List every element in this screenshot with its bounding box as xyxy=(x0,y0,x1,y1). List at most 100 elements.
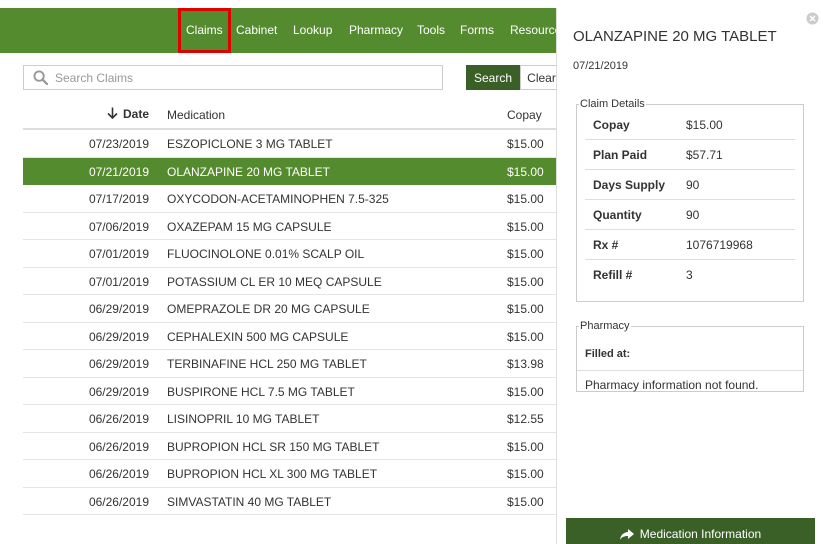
claim-detail-label: Refill # xyxy=(593,268,633,282)
claim-copay: $15.00 xyxy=(507,164,544,179)
table-row[interactable]: 07/06/2019 OXAZEPAM 15 MG CAPSULE $15.00 xyxy=(23,213,556,240)
claim-date: 06/29/2019 xyxy=(88,384,149,399)
medication-column-header: Medication xyxy=(167,108,226,122)
table-row[interactable]: 06/29/2019 CEPHALEXIN 500 MG CAPSULE $15.0… xyxy=(23,323,556,350)
claim-copay: $15.00 xyxy=(507,274,544,289)
tab-cabinet[interactable]: Cabinet xyxy=(236,8,277,53)
claim-detail-value: $57.71 xyxy=(686,148,723,162)
claim-detail-label: Quantity xyxy=(593,208,642,222)
pharmacy-not-found-text: Pharmacy information not found. xyxy=(585,378,759,392)
claim-copay: $12.55 xyxy=(507,412,544,426)
tab-pharmacy[interactable]: Pharmacy xyxy=(349,8,403,53)
claim-detail-panel: OLANZAPINE 20 MG TABLET 07/21/2019 Claim… xyxy=(556,8,823,544)
claim-copay: $15.00 xyxy=(507,467,544,481)
claim-medication: OXAZEPAM 15 MG CAPSULE xyxy=(167,219,332,234)
table-row[interactable]: 06/29/2019 TERBINAFINE HCL 250 MG TABLET $… xyxy=(23,350,556,378)
pharmacy-fieldset: Pharmacy Filled at: Pharmacy information… xyxy=(576,320,804,392)
claim-detail-label: Copay xyxy=(593,118,630,132)
claim-medication: OLANZAPINE 20 MG TABLET xyxy=(167,164,330,179)
claim-detail-row: Plan Paid $57.71 xyxy=(585,140,795,170)
claims-table-header: Date Medication Copay xyxy=(23,100,556,130)
claim-medication: LISINOPRIL 10 MG TABLET xyxy=(167,412,320,426)
claim-copay: $15.00 xyxy=(507,247,544,261)
claim-date: 06/26/2019 xyxy=(88,494,149,509)
claim-detail-row: Refill # 3 xyxy=(585,260,795,290)
table-row[interactable]: 07/23/2019 ESZOPICLONE 3 MG TABLET $15.00 xyxy=(23,130,556,158)
claim-copay: $15.00 xyxy=(507,439,544,454)
arrow-down-icon xyxy=(107,107,118,120)
claim-date: 06/29/2019 xyxy=(88,357,149,371)
claim-detail-row: Rx # 1076719968 xyxy=(585,230,795,260)
claim-copay: $15.00 xyxy=(507,192,544,206)
divider xyxy=(577,370,803,371)
claim-details-legend: Claim Details xyxy=(580,98,645,110)
medication-information-button[interactable]: Medication Information xyxy=(566,518,815,544)
claim-copay: $13.98 xyxy=(507,357,544,371)
claim-date: 07/23/2019 xyxy=(88,137,149,151)
claim-medication: SIMVASTATIN 40 MG TABLET xyxy=(167,494,332,509)
table-row[interactable]: 06/29/2019 OMEPRAZOLE DR 20 MG CAPSULE $15… xyxy=(23,295,556,323)
tab-claims[interactable]: Claims xyxy=(178,8,231,53)
tab-resources[interactable]: Resources xyxy=(510,8,556,53)
claim-date: 07/17/2019 xyxy=(88,192,149,206)
claim-detail-value: 1076719968 xyxy=(686,238,753,252)
close-icon[interactable] xyxy=(806,12,819,25)
claim-date: 06/29/2019 xyxy=(88,329,149,344)
claim-date: 06/29/2019 xyxy=(88,302,149,316)
search-icon xyxy=(33,70,48,85)
table-row[interactable]: 06/26/2019 BUPROPION HCL SR 150 MG TABLET… xyxy=(23,433,556,460)
claim-detail-value: 3 xyxy=(686,268,693,282)
table-row[interactable]: 06/26/2019 BUPROPION HCL XL 300 MG TABLET… xyxy=(23,460,556,488)
medication-information-label: Medication Information xyxy=(639,527,762,541)
share-arrow-icon xyxy=(619,528,634,540)
date-column-header[interactable]: Date xyxy=(107,107,149,121)
table-row[interactable]: 06/26/2019 SIMVASTATIN 40 MG TABLET $15.00 xyxy=(23,488,556,515)
detail-title: OLANZAPINE 20 MG TABLET xyxy=(573,28,777,45)
tab-tools[interactable]: Tools xyxy=(417,8,445,53)
filled-at-label: Filled at: xyxy=(585,348,631,360)
search-button[interactable]: Search xyxy=(466,65,520,90)
claim-date: 06/26/2019 xyxy=(88,439,149,454)
claim-detail-row: Quantity 90 xyxy=(585,200,795,230)
table-row[interactable]: 07/01/2019 FLUOCINOLONE 0.01% SCALP OIL $1… xyxy=(23,240,556,268)
claim-medication: ESZOPICLONE 3 MG TABLET xyxy=(167,137,333,151)
table-row[interactable]: 07/01/2019 POTASSIUM CL ER 10 MEQ CAPSULE… xyxy=(23,268,556,295)
claim-details-fieldset: Claim Details Copay $15.00 Plan Paid $57.71… xyxy=(576,98,804,302)
copay-column-header: Copay xyxy=(507,108,542,122)
table-row[interactable]: 07/17/2019 OXYCODON-ACETAMINOPHEN 7.5-325… xyxy=(23,185,556,213)
claim-detail-value: 90 xyxy=(686,178,700,192)
claim-medication: OMEPRAZOLE DR 20 MG CAPSULE xyxy=(167,302,370,316)
claim-detail-label: Rx # xyxy=(593,238,619,252)
claim-medication: BUPROPION HCL XL 300 MG TABLET xyxy=(167,467,378,481)
claims-table-body: 07/23/2019 ESZOPICLONE 3 MG TABLET $15.00 0… xyxy=(23,130,556,515)
claim-medication: OXYCODON-ACETAMINOPHEN 7.5-325 xyxy=(167,192,389,206)
claim-detail-label: Plan Paid xyxy=(593,148,648,162)
claim-date: 07/06/2019 xyxy=(88,219,149,234)
claim-detail-value: $15.00 xyxy=(686,118,723,132)
claim-copay: $15.00 xyxy=(507,219,544,234)
table-row[interactable]: 06/26/2019 LISINOPRIL 10 MG TABLET $12.55 xyxy=(23,405,556,433)
tab-lookup[interactable]: Lookup xyxy=(293,8,332,53)
claim-medication: CEPHALEXIN 500 MG CAPSULE xyxy=(167,329,349,344)
claim-detail-value: 90 xyxy=(686,208,700,222)
claim-detail-row: Days Supply 90 xyxy=(585,170,795,200)
claim-copay: $15.00 xyxy=(507,494,544,509)
claims-search-bar: Search Clear xyxy=(23,65,563,90)
claim-copay: $15.00 xyxy=(507,302,544,316)
claim-detail-row: Copay $15.00 xyxy=(585,110,795,140)
table-row[interactable]: 06/29/2019 BUSPIRONE HCL 7.5 MG TABLET $15… xyxy=(23,378,556,405)
tab-forms[interactable]: Forms xyxy=(460,8,494,53)
claim-copay: $15.00 xyxy=(507,384,544,399)
detail-date: 07/21/2019 xyxy=(573,60,629,72)
claim-detail-label: Days Supply xyxy=(593,178,666,192)
claim-date: 07/21/2019 xyxy=(88,164,149,179)
search-input[interactable] xyxy=(23,65,443,90)
table-row-selected[interactable]: 07/21/2019 OLANZAPINE 20 MG TABLET $15.00 xyxy=(23,157,556,185)
top-navigation: Claims Cabinet Lookup Pharmacy Tools For… xyxy=(0,8,556,53)
claim-medication: BUPROPION HCL SR 150 MG TABLET xyxy=(167,439,380,454)
claim-date: 07/01/2019 xyxy=(88,274,149,289)
claim-medication: BUSPIRONE HCL 7.5 MG TABLET xyxy=(167,384,355,399)
claim-date: 07/01/2019 xyxy=(88,247,149,261)
pharmacy-legend: Pharmacy xyxy=(580,320,630,332)
claim-date: 06/26/2019 xyxy=(88,412,149,426)
